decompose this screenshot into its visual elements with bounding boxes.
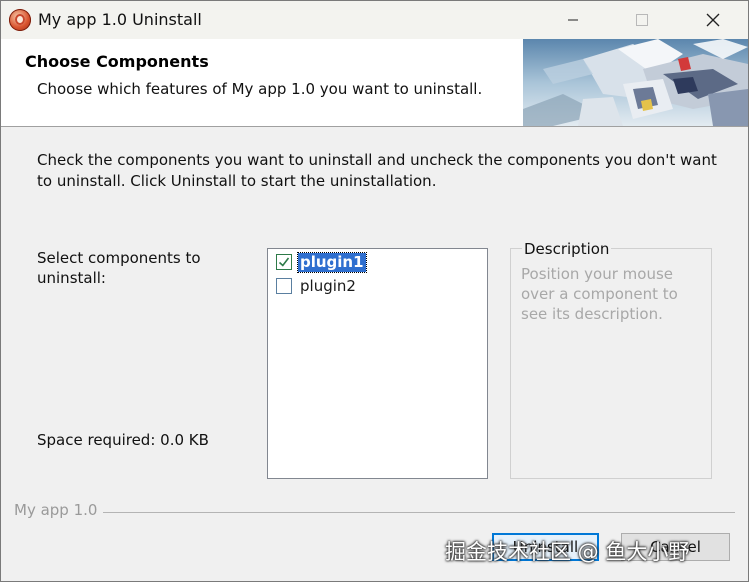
minimize-button[interactable] bbox=[550, 1, 596, 39]
page-header: Choose Components Choose which features … bbox=[1, 39, 748, 127]
checkbox-checked[interactable] bbox=[276, 254, 292, 270]
uninstall-button[interactable]: Uninstall bbox=[492, 533, 599, 561]
space-required-text: Space required: 0.0 KB bbox=[37, 431, 209, 449]
uninstaller-window: My app 1.0 Uninstall Choose Components C… bbox=[0, 0, 749, 582]
header-banner-image bbox=[523, 39, 748, 126]
cancel-button[interactable]: Cancel bbox=[621, 533, 730, 561]
component-label[interactable]: plugin1 bbox=[297, 251, 367, 273]
page-subtitle: Choose which features of My app 1.0 you … bbox=[37, 80, 483, 98]
component-label[interactable]: plugin2 bbox=[298, 277, 358, 296]
maximize-icon bbox=[636, 14, 648, 26]
component-item-plugin1[interactable]: plugin1 bbox=[276, 251, 367, 273]
description-text: Position your mouse over a component to … bbox=[521, 265, 678, 323]
branding-text: My app 1.0 bbox=[14, 501, 98, 519]
checkmark-icon bbox=[278, 257, 290, 267]
close-button[interactable] bbox=[690, 1, 736, 39]
title-bar[interactable]: My app 1.0 Uninstall bbox=[1, 1, 748, 39]
maximize-button[interactable] bbox=[619, 1, 665, 39]
select-components-label: Select components to uninstall: bbox=[37, 249, 201, 287]
instructions-text: Check the components you want to uninsta… bbox=[37, 151, 717, 190]
window-title: My app 1.0 Uninstall bbox=[38, 10, 202, 29]
branding-divider bbox=[103, 512, 735, 513]
description-group: Description Position your mouse over a c… bbox=[510, 240, 712, 479]
installer-icon bbox=[9, 9, 31, 31]
component-item-plugin2[interactable]: plugin2 bbox=[276, 276, 358, 296]
close-icon bbox=[706, 13, 720, 27]
checkbox-unchecked[interactable] bbox=[276, 278, 292, 294]
components-list[interactable]: plugin1 plugin2 bbox=[267, 248, 488, 479]
page-title: Choose Components bbox=[25, 52, 209, 71]
minimize-icon bbox=[568, 19, 578, 21]
description-title: Description bbox=[522, 240, 612, 258]
